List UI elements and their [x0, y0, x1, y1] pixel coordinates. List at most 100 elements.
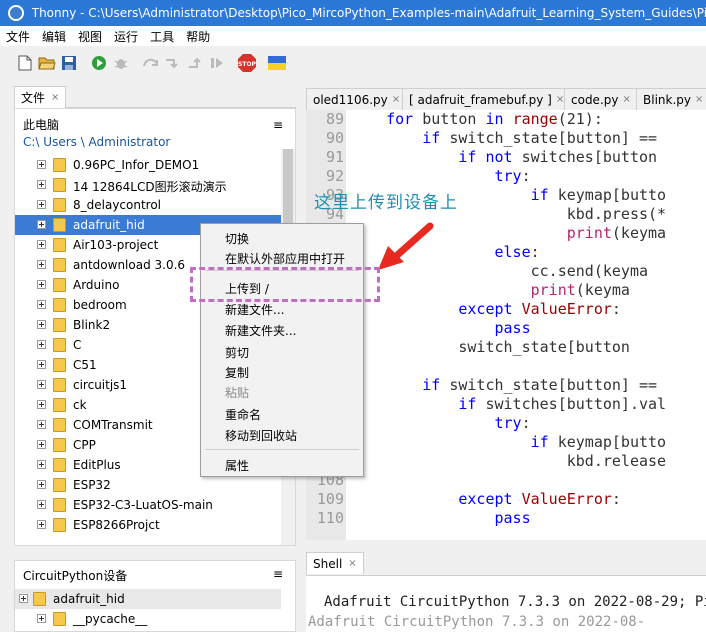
menu-view[interactable]: 视图 [72, 28, 108, 45]
code-area[interactable]: for button in range(21): if switch_state… [350, 110, 666, 528]
code-line[interactable]: for button in range(21): [350, 110, 666, 129]
expand-icon[interactable] [37, 380, 46, 389]
device-title: CircuitPython设备 [23, 569, 128, 583]
code-line[interactable]: print(keyma [350, 281, 666, 300]
expand-icon[interactable] [37, 500, 46, 509]
code-line[interactable]: switch_state[button [350, 338, 666, 357]
tree-item-label: CPP [73, 438, 96, 452]
expand-icon[interactable] [37, 260, 46, 269]
step-over-icon[interactable] [140, 52, 162, 74]
current-path[interactable]: C:\ Users \ Administrator [23, 134, 283, 151]
code-line[interactable]: except ValueError: [350, 490, 666, 509]
expand-icon[interactable] [37, 160, 46, 169]
menu-tools[interactable]: 工具 [144, 28, 180, 45]
expand-icon[interactable] [37, 400, 46, 409]
tree-item[interactable]: 14 12864LCD图形滚动演示 [15, 175, 281, 195]
tab-oled1106[interactable]: oled1106.py × [306, 88, 408, 110]
tree-item[interactable]: ESP32-C3-LuatOS-main [15, 495, 281, 515]
tree-item[interactable]: ESP8266Projct [15, 515, 281, 535]
code-line[interactable]: if keymap[butto [350, 433, 666, 452]
code-line[interactable]: if switch_state[button] == [350, 376, 666, 395]
menu-item-copy[interactable]: 复制 [225, 364, 249, 381]
stop-icon[interactable]: STOP [236, 52, 258, 74]
expand-icon[interactable] [37, 220, 46, 229]
scrollbar-thumb[interactable] [283, 149, 293, 229]
resume-icon[interactable] [206, 52, 228, 74]
code-line[interactable]: if switch_state[button] == [350, 129, 666, 148]
tree-item[interactable]: 0.96PC_Infor_DEMO1 [15, 155, 281, 175]
tab-shell-label: Shell [313, 556, 343, 571]
tab-code[interactable]: code.py × [564, 88, 638, 110]
expand-icon[interactable] [37, 320, 46, 329]
expand-icon[interactable] [37, 200, 46, 209]
close-icon[interactable]: × [556, 94, 564, 105]
code-editor[interactable]: 8990919293949596979899100101102103104105… [306, 110, 706, 540]
code-line[interactable]: pass [350, 509, 666, 528]
menu-edit[interactable]: 编辑 [36, 28, 72, 45]
expand-icon[interactable] [37, 440, 46, 449]
code-line[interactable]: kbd.release [350, 452, 666, 471]
menu-icon[interactable]: ≡ [273, 117, 283, 134]
expand-icon[interactable] [37, 240, 46, 249]
menu-item-toggle[interactable]: 切换 [225, 230, 249, 247]
menu-item-open-external[interactable]: 在默认外部应用中打开 [225, 250, 345, 267]
device-item-label: __pycache__ [73, 612, 148, 626]
collapse-icon[interactable] [19, 594, 28, 603]
expand-icon[interactable] [37, 520, 46, 529]
menu-item-new-file[interactable]: 新建文件... [225, 301, 284, 318]
shell-panel[interactable]: Adafruit CircuitPython 7.3.3 on 2022-08-… [306, 576, 706, 632]
step-out-icon[interactable] [184, 52, 206, 74]
expand-icon[interactable] [37, 300, 46, 309]
code-line[interactable] [350, 471, 666, 490]
expand-icon[interactable] [37, 340, 46, 349]
save-icon[interactable] [58, 52, 80, 74]
menu-run[interactable]: 运行 [108, 28, 144, 45]
close-icon[interactable]: × [695, 94, 703, 105]
code-line[interactable]: if not switches[button [350, 148, 666, 167]
code-line[interactable]: except ValueError: [350, 300, 666, 319]
tab-blink[interactable]: Blink.py × [636, 88, 706, 110]
debug-icon[interactable] [110, 52, 132, 74]
expand-icon[interactable] [37, 360, 46, 369]
tree-item-label: C [73, 338, 82, 352]
tab-adafruit-framebuf[interactable]: [ adafruit_framebuf.py ] × [402, 88, 572, 110]
menu-item-new-folder[interactable]: 新建文件夹... [225, 322, 296, 339]
open-file-icon[interactable] [36, 52, 58, 74]
menu-item-move-to-trash[interactable]: 移动到回收站 [225, 427, 297, 444]
step-into-icon[interactable] [162, 52, 184, 74]
menu-item-rename[interactable]: 重命名 [225, 406, 261, 423]
tab-files[interactable]: 文件 × [14, 86, 67, 108]
expand-icon[interactable] [37, 280, 46, 289]
close-icon[interactable]: × [51, 92, 59, 103]
expand-icon[interactable] [37, 614, 46, 623]
device-menu-icon[interactable]: ≡ [273, 567, 283, 584]
expand-icon[interactable] [37, 480, 46, 489]
close-icon[interactable]: × [622, 94, 630, 105]
code-line[interactable]: if switches[button].val [350, 395, 666, 414]
tree-item[interactable]: 8_delaycontrol [15, 195, 281, 215]
code-line[interactable] [350, 357, 666, 376]
tab-shell[interactable]: Shell × [306, 552, 364, 574]
code-line[interactable]: try: [350, 414, 666, 433]
expand-icon[interactable] [37, 180, 46, 189]
close-icon[interactable]: × [348, 558, 356, 569]
tree-item[interactable]: ESP32 [15, 475, 281, 495]
tree-item-label: adafruit_hid [73, 218, 145, 232]
menu-help[interactable]: 帮助 [180, 28, 216, 45]
folder-icon [53, 218, 66, 232]
code-line[interactable]: pass [350, 319, 666, 338]
device-item-pycache[interactable]: __pycache__ [15, 609, 281, 629]
expand-icon[interactable] [37, 420, 46, 429]
code-line[interactable]: try: [350, 167, 666, 186]
device-item-adafruit-hid[interactable]: adafruit_hid [15, 589, 281, 609]
tab-label: [ adafruit_framebuf.py ] [409, 92, 552, 107]
close-icon[interactable]: × [392, 94, 400, 105]
menu-item-cut[interactable]: 剪切 [225, 344, 249, 361]
files-header: 此电脑 ≡ C:\ Users \ Administrator [23, 117, 283, 151]
folder-icon [53, 278, 66, 292]
expand-icon[interactable] [37, 460, 46, 469]
menu-item-properties[interactable]: 属性 [225, 457, 249, 474]
menu-file[interactable]: 文件 [0, 28, 36, 45]
new-file-icon[interactable] [14, 52, 36, 74]
run-icon[interactable] [88, 52, 110, 74]
